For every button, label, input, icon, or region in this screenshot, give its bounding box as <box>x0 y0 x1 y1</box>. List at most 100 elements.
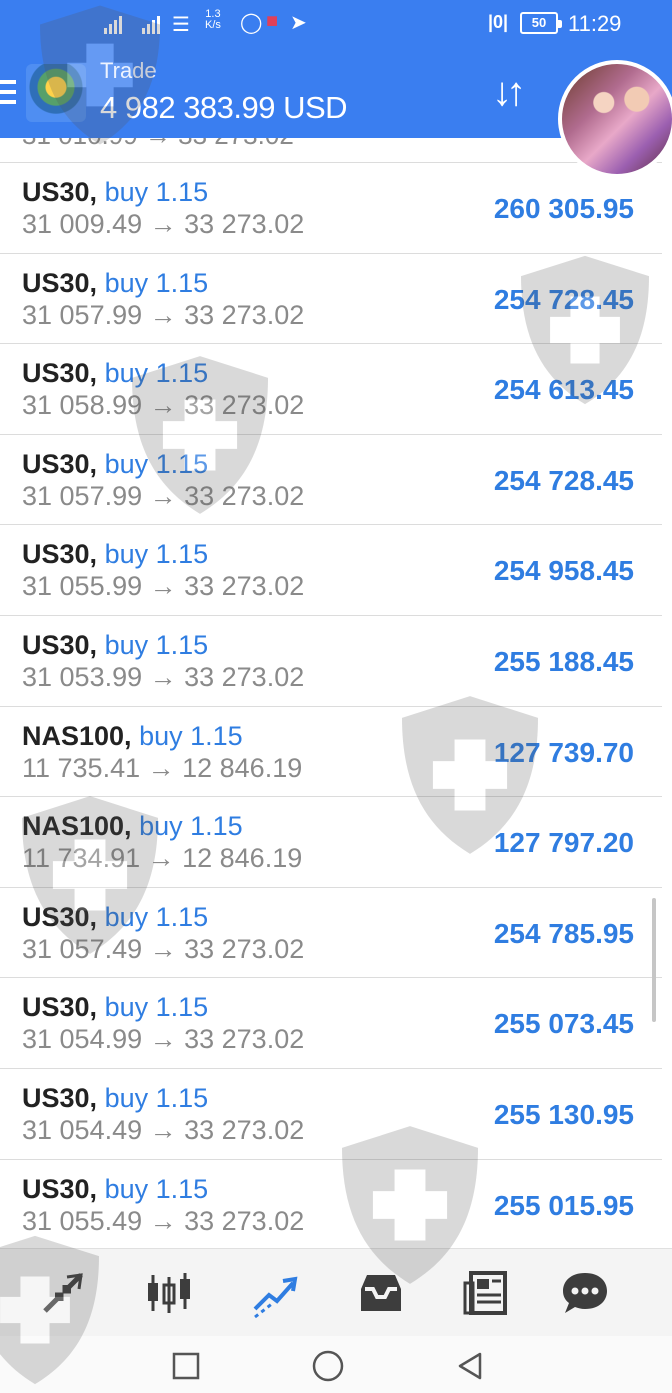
trade-profit: 255 073.45 <box>493 1008 634 1040</box>
back-triangle-icon <box>458 1352 482 1380</box>
trade-list[interactable]: 31 010.99 → 33 273.02 US30, buy 1.1531 0… <box>0 138 672 1248</box>
trade-row[interactable]: US30, buy 1.15 31 054.99 → 33 273.02 255 0… <box>0 978 662 1069</box>
inbox-tray-icon <box>361 1275 401 1311</box>
trade-side: buy 1.15 <box>104 448 209 479</box>
trade-prices: 31 058.99 → 33 273.02 <box>22 390 305 421</box>
trade-symbol: US30, <box>22 539 98 570</box>
trade-symbol: US30, <box>22 992 98 1023</box>
trade-side: buy 1.15 <box>104 539 209 570</box>
trade-title: US30, buy 1.15 <box>22 358 208 389</box>
trade-profit: 255 130.95 <box>493 1098 634 1130</box>
trade-symbol: NAS100, <box>22 720 132 751</box>
trade-profit: 260 305.95 <box>493 193 634 224</box>
trade-symbol: US30, <box>22 1082 98 1113</box>
trade-row[interactable]: NAS100, buy 1.15 11 734.91 → 12 846.19 127… <box>0 797 662 888</box>
trade-row[interactable]: US30, buy 1.15 31 058.99 → 33 273.02 254 6… <box>0 344 662 435</box>
trade-side: buy 1.15 <box>104 901 209 932</box>
signal-icon-2 <box>142 16 160 34</box>
recent-apps-button[interactable] <box>156 1346 216 1386</box>
trade-title: US30, buy 1.15 <box>22 539 208 570</box>
trade-symbol: US30, <box>22 267 98 298</box>
trade-symbol: US30, <box>22 358 98 389</box>
trade-side: buy 1.15 <box>139 811 243 842</box>
trade-prices: 31 057.49 → 33 273.02 <box>22 933 305 964</box>
trade-row[interactable]: US30, buy 1.15 31 055.99 → 33 273.02 254 9… <box>0 525 662 616</box>
trade-title: US30, buy 1.15 <box>22 1083 208 1114</box>
trade-profit: 254 728.45 <box>493 464 634 496</box>
sort-icon[interactable]: ↓↑ <box>492 70 526 115</box>
trend-line-icon <box>253 1276 298 1319</box>
app-logo <box>26 64 86 122</box>
trade-row[interactable]: US30, buy 1.15 31 057.49 → 33 273.02 254 7… <box>0 888 662 979</box>
trade-side: buy 1.15 <box>104 358 209 389</box>
trade-profit: 254 728.45 <box>493 283 634 315</box>
trade-row[interactable]: US30, buy 1.15 31 009.49 → 33 273.02 260 3… <box>0 163 662 254</box>
vibrate-icon: |0| <box>488 12 509 32</box>
trade-prices: 31 057.99 → 33 273.02 <box>22 480 305 511</box>
back-button[interactable] <box>440 1346 500 1386</box>
trade-title: US30, buy 1.15 <box>22 902 208 933</box>
square-icon <box>172 1352 200 1380</box>
avatar[interactable] <box>558 60 672 178</box>
arrows-diagonal-icon <box>43 1273 83 1313</box>
home-button[interactable] <box>298 1346 358 1386</box>
circle-icon <box>312 1350 344 1382</box>
hamburger-menu-icon[interactable] <box>0 80 16 106</box>
candlestick-icon <box>148 1273 190 1313</box>
trade-title: NAS100, buy 1.15 <box>22 721 243 752</box>
trade-symbol: NAS100, <box>22 811 132 842</box>
trade-prices: 31 055.99 → 33 273.02 <box>22 571 305 602</box>
trade-title: US30, buy 1.15 <box>22 449 208 480</box>
trade-side: buy 1.15 <box>139 720 243 751</box>
app-notification-icon: ■ <box>266 10 279 32</box>
trade-profit: 127 797.20 <box>493 827 634 859</box>
trade-title: US30, buy 1.15 <box>22 630 208 661</box>
trade-title: US30, buy 1.15 <box>22 177 208 208</box>
trade-side: buy 1.15 <box>104 992 209 1023</box>
scrollbar[interactable] <box>652 898 656 1022</box>
trade-row[interactable]: US30, buy 1.15 31 053.99 → 33 273.02 255 1… <box>0 616 662 707</box>
trade-rows: US30, buy 1.15 31 009.49 → 33 273.02 260 3… <box>0 163 662 1248</box>
system-nav-bar <box>0 1336 672 1393</box>
trade-prices: 31 054.99 → 33 273.02 <box>22 1024 305 1055</box>
trade-symbol: US30, <box>22 448 98 479</box>
status-bar: ☰ 1.3 K/s ◯ ■ ➤ |0| 50 11:29 <box>0 0 672 50</box>
trade-side: buy 1.15 <box>104 267 209 298</box>
newspaper-icon <box>463 1271 507 1315</box>
wifi-icon: ☰ <box>172 14 190 36</box>
trade-prices: 31 054.49 → 33 273.02 <box>22 1114 305 1145</box>
status-time: 11:29 <box>568 11 622 36</box>
telegram-icon: ➤ <box>290 12 307 34</box>
trade-prices: 31 055.49 → 33 273.02 <box>22 1205 305 1236</box>
messenger-icon: ◯ <box>240 12 263 34</box>
nav-chart[interactable] <box>124 1249 214 1337</box>
trade-side: buy 1.15 <box>104 1082 209 1113</box>
trade-row[interactable]: NAS100, buy 1.15 11 735.41 → 12 846.19 127… <box>0 707 662 798</box>
nav-trade[interactable] <box>230 1249 320 1337</box>
trade-row[interactable]: US30, buy 1.15 31 054.49 → 33 273.02 255 1… <box>0 1069 662 1160</box>
trade-title: US30, buy 1.15 <box>22 1174 208 1205</box>
nav-history[interactable] <box>336 1249 426 1337</box>
trade-profit: 254 958.45 <box>493 555 634 587</box>
trade-prices: 31 053.99 → 33 273.02 <box>22 661 305 692</box>
trade-profit: 255 188.45 <box>493 645 634 677</box>
trade-profit: 254 785.95 <box>493 917 634 949</box>
trade-row[interactable]: US30, buy 1.15 31 057.99 → 33 273.02 254 7… <box>0 435 662 526</box>
trade-side: buy 1.15 <box>104 629 209 660</box>
trade-symbol: US30, <box>22 901 98 932</box>
chat-bubble-icon <box>563 1273 607 1313</box>
trade-profit: 255 015.95 <box>493 1189 634 1221</box>
trade-row[interactable]: US30, buy 1.15 31 057.99 → 33 273.02 254 7… <box>0 254 662 345</box>
trade-side: buy 1.15 <box>104 1173 209 1204</box>
trade-prices: 11 735.41 → 12 846.19 <box>22 752 303 783</box>
trade-symbol: US30, <box>22 177 98 207</box>
trade-profit: 254 613.45 <box>493 374 634 406</box>
nav-messages[interactable] <box>540 1249 630 1337</box>
trade-row[interactable]: US30, buy 1.15 31 055.49 → 33 273.02 255 0… <box>0 1160 662 1248</box>
bottom-nav <box>0 1248 672 1336</box>
nav-quotes[interactable] <box>18 1249 108 1337</box>
partial-trade-row-prices: 31 010.99 → 33 273.02 <box>22 138 294 151</box>
trade-title: US30, buy 1.15 <box>22 268 208 299</box>
nav-news[interactable] <box>442 1249 532 1337</box>
trade-prices: 31 009.49 → 33 273.02 <box>22 209 305 239</box>
